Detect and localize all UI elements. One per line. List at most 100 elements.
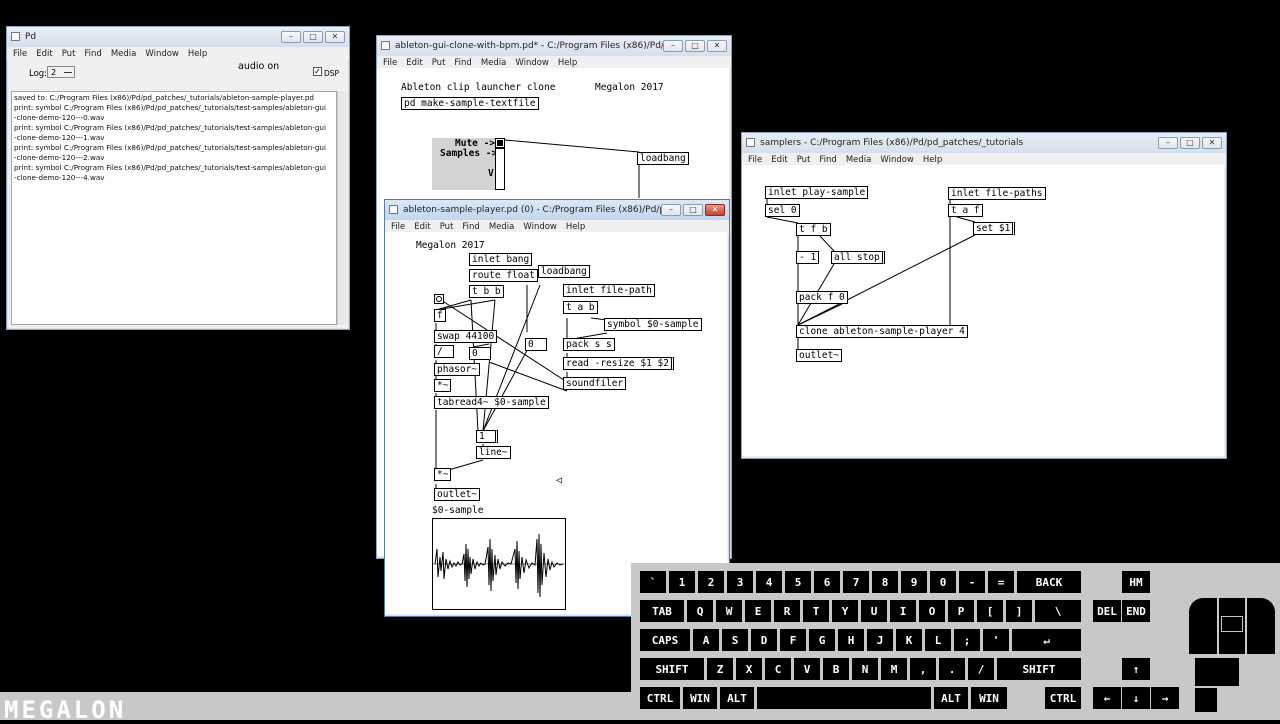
obj-loadbang[interactable]: loadbang (538, 265, 590, 278)
obj-inlet-bang[interactable]: inlet bang (469, 253, 533, 266)
menu-edit[interactable]: Edit (406, 58, 422, 68)
obj-loadbang[interactable]: loadbang (637, 152, 689, 165)
patch-canvas[interactable]: inlet play-sample inlet file-paths sel 0… (742, 165, 1224, 456)
key-r[interactable]: R (774, 600, 800, 622)
menu-file[interactable]: File (13, 49, 27, 59)
key-arrow-up[interactable]: ↑ (1122, 658, 1150, 680)
close-button[interactable]: ✕ (705, 204, 725, 216)
obj-pack[interactable]: pack f 0 (796, 291, 848, 304)
obj-line[interactable]: line~ (476, 446, 511, 459)
key-o[interactable]: O (919, 600, 945, 622)
menu-window[interactable]: Window (145, 49, 179, 59)
gui-clone-titlebar[interactable]: ableton-gui-clone-with-bpm.pd* - C:/Prog… (377, 36, 731, 56)
obj-t-a-f[interactable]: t a f (948, 204, 983, 217)
key-u[interactable]: U (861, 600, 887, 622)
key-right-win[interactable]: WIN (971, 687, 1007, 709)
obj-symbol[interactable]: symbol $0-sample (604, 318, 702, 331)
obj-f[interactable]: f (434, 309, 446, 322)
obj-route-float[interactable]: route float (469, 269, 538, 282)
obj-t-f-b[interactable]: t f b (796, 223, 831, 236)
key-arrow-right[interactable]: → (1151, 687, 1179, 709)
key-backslash[interactable]: \ (1035, 600, 1081, 622)
key-caps[interactable]: CAPS (640, 629, 690, 651)
obj-t-a-b[interactable]: t a b (563, 301, 598, 314)
msg-set[interactable]: set $1 (973, 222, 1016, 235)
key-7[interactable]: 7 (843, 571, 869, 593)
key-l[interactable]: L (925, 629, 951, 651)
key-right-ctrl[interactable]: CTRL (1045, 687, 1081, 709)
key-9[interactable]: 9 (901, 571, 927, 593)
mute-toggle[interactable] (495, 138, 505, 148)
menu-window[interactable]: Window (523, 222, 557, 232)
key-w[interactable]: W (716, 600, 742, 622)
key-tab[interactable]: TAB (640, 600, 684, 622)
key-2[interactable]: 2 (698, 571, 724, 593)
bang-button[interactable] (434, 294, 444, 304)
menu-put[interactable]: Put (432, 58, 446, 68)
key-arrow-left[interactable]: ← (1093, 687, 1121, 709)
key-backspace[interactable]: BACK (1017, 571, 1081, 593)
key-period[interactable]: . (939, 658, 965, 680)
key-home[interactable]: HM (1122, 571, 1150, 593)
menu-help[interactable]: Help (558, 58, 577, 68)
key-s[interactable]: S (722, 629, 748, 651)
key-left-shift[interactable]: SHIFT (640, 658, 704, 680)
key-enter[interactable]: ↵ (1012, 629, 1081, 651)
key-c[interactable]: C (765, 658, 791, 680)
key-x[interactable]: X (736, 658, 762, 680)
sample-array-graph[interactable] (432, 518, 566, 610)
key-delete[interactable]: DEL (1093, 600, 1121, 622)
obj-pack-s-s[interactable]: pack s s (563, 338, 615, 351)
key-g[interactable]: G (809, 629, 835, 651)
maximize-button[interactable]: □ (683, 204, 703, 216)
menu-window[interactable]: Window (880, 155, 914, 165)
maximize-button[interactable]: □ (303, 31, 323, 43)
minimize-button[interactable]: – (1158, 137, 1178, 149)
obj-divide[interactable]: / (434, 345, 454, 358)
key-1[interactable]: 1 (669, 571, 695, 593)
key-left-win[interactable]: WIN (683, 687, 717, 709)
key-k[interactable]: K (896, 629, 922, 651)
close-button[interactable]: ✕ (707, 40, 727, 52)
close-button[interactable]: ✕ (1202, 137, 1222, 149)
obj-sel[interactable]: sel 0 (765, 204, 800, 217)
key-comma[interactable]: , (910, 658, 936, 680)
menu-edit[interactable]: Edit (36, 49, 52, 59)
obj-soundfiler[interactable]: soundfiler (563, 377, 627, 390)
dsp-checkbox[interactable]: ✓ (313, 67, 322, 76)
minimize-button[interactable]: – (663, 40, 683, 52)
key-q[interactable]: Q (687, 600, 713, 622)
obj-tabread4[interactable]: tabread4~ $0-sample (434, 396, 549, 409)
key-e[interactable]: E (745, 600, 771, 622)
menu-file[interactable]: File (391, 222, 405, 232)
obj-swap[interactable]: swap 44100 (434, 330, 498, 343)
menu-media[interactable]: Media (111, 49, 137, 59)
sample-player-titlebar[interactable]: ableton-sample-player.pd (0) - C:/Progra… (385, 200, 729, 220)
obj-outlet[interactable]: outlet~ (434, 488, 481, 501)
number-box[interactable]: 0 (525, 338, 547, 351)
menu-find[interactable]: Find (84, 49, 101, 59)
minimize-button[interactable]: – (281, 31, 301, 43)
key-v[interactable]: V (794, 658, 820, 680)
key-8[interactable]: 8 (872, 571, 898, 593)
samplers-titlebar[interactable]: samplers - C:/Program Files (x86)/Pd/pd_… (742, 133, 1226, 153)
key-0[interactable]: 0 (930, 571, 956, 593)
menu-find[interactable]: Find (819, 155, 836, 165)
mouse-icon[interactable] (1189, 598, 1275, 713)
console-scrollbar[interactable] (337, 91, 347, 325)
key-right-shift[interactable]: SHIFT (997, 658, 1081, 680)
key-right-bracket[interactable]: ] (1006, 600, 1032, 622)
key-z[interactable]: Z (707, 658, 733, 680)
number-box[interactable]: 0 (469, 347, 491, 360)
key-end[interactable]: END (1122, 600, 1150, 622)
key-backtick[interactable]: ` (640, 571, 666, 593)
obj-multiply[interactable]: *~ (434, 468, 452, 481)
maximize-button[interactable]: □ (685, 40, 705, 52)
samples-strip[interactable] (495, 148, 505, 190)
pd-main-titlebar[interactable]: Pd – □ ✕ (7, 27, 349, 47)
menu-media[interactable]: Media (489, 222, 515, 232)
maximize-button[interactable]: □ (1180, 137, 1200, 149)
key-3[interactable]: 3 (727, 571, 753, 593)
menu-help[interactable]: Help (566, 222, 585, 232)
obj-outlet[interactable]: outlet~ (796, 349, 843, 362)
